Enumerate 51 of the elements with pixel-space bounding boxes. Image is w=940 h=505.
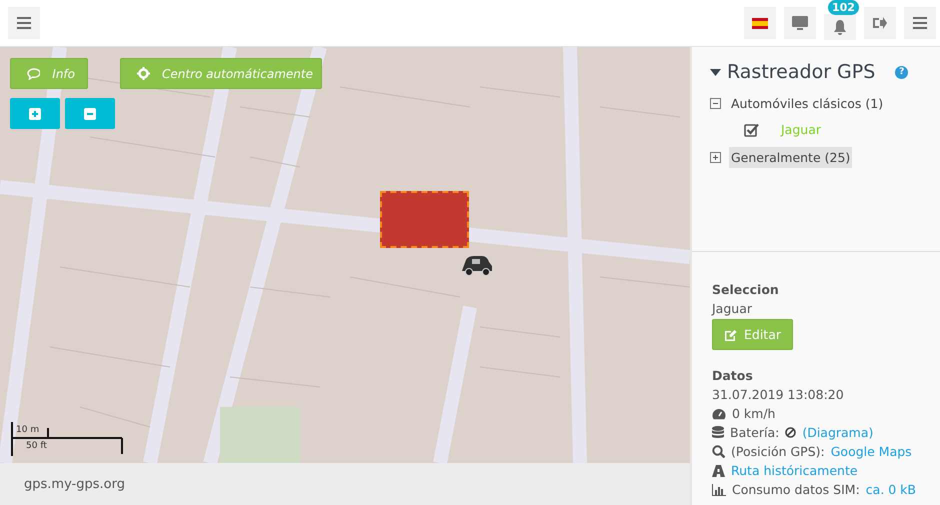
selected-vehicle: Jaguar	[712, 301, 754, 316]
database-icon	[712, 426, 724, 439]
scale-label: 10 m	[16, 425, 40, 435]
menu-icon	[17, 17, 31, 29]
car-icon	[460, 254, 494, 276]
road-icon	[712, 464, 725, 476]
data-link[interactable]: Ruta históricamente	[731, 463, 858, 478]
edit-button[interactable]: Editar	[712, 319, 794, 350]
desktop-button[interactable]	[784, 7, 816, 39]
checkbox[interactable]	[744, 122, 759, 136]
crosshair-icon	[137, 67, 150, 80]
collapse-icon[interactable]	[710, 98, 721, 109]
flag-icon	[752, 18, 768, 28]
section-heading: Seleccion	[712, 282, 780, 297]
edit-icon	[724, 328, 737, 340]
search-icon	[712, 445, 725, 458]
expand-icon[interactable]	[710, 152, 721, 163]
tree-group-item[interactable]: Generalmente (25)	[729, 147, 852, 168]
data-link[interactable]: (Diagrama)	[802, 425, 874, 440]
data-link[interactable]: ca. 0 kB	[866, 482, 916, 497]
notifications-button[interactable]	[824, 14, 856, 40]
help-button[interactable]: ?	[895, 66, 908, 78]
no-data-icon	[785, 427, 796, 438]
bar-chart-icon	[712, 484, 726, 496]
notification-badge: 102	[828, 0, 859, 15]
speedometer-icon	[712, 408, 726, 420]
data-label: Batería:	[730, 425, 780, 440]
map-action-button[interactable]: Centro automáticamente	[120, 58, 322, 89]
data-label: Consumo datos SIM:	[732, 482, 860, 497]
speech-bubble-icon	[27, 68, 40, 80]
map-action-button[interactable]: Info	[10, 58, 88, 89]
data-link[interactable]: Google Maps	[830, 444, 912, 459]
language-button[interactable]	[744, 7, 776, 39]
monitor-icon	[792, 16, 808, 30]
timestamp: 31.07.2019 13:08:20	[712, 387, 845, 402]
logout-icon	[873, 17, 887, 29]
data-label: (Posición GPS):	[731, 444, 825, 459]
menu-icon	[913, 17, 927, 29]
data-label: 0 km/h	[732, 406, 776, 421]
scale-label: 50 ft	[26, 441, 47, 451]
tree-vehicle-item[interactable]: Jaguar	[781, 122, 822, 137]
panel-title: Rastreador GPS	[727, 61, 876, 83]
site-address: gps.my-gps.org	[24, 476, 125, 492]
section-heading: Datos	[712, 368, 754, 383]
plus-icon	[29, 108, 41, 120]
bell-icon	[833, 20, 847, 34]
logout-button[interactable]	[864, 7, 896, 39]
tree-group-item[interactable]: Automóviles clásicos (1)	[729, 93, 886, 114]
minus-icon	[84, 108, 96, 120]
menu-button[interactable]	[8, 7, 40, 39]
menu-button[interactable]	[904, 7, 936, 39]
